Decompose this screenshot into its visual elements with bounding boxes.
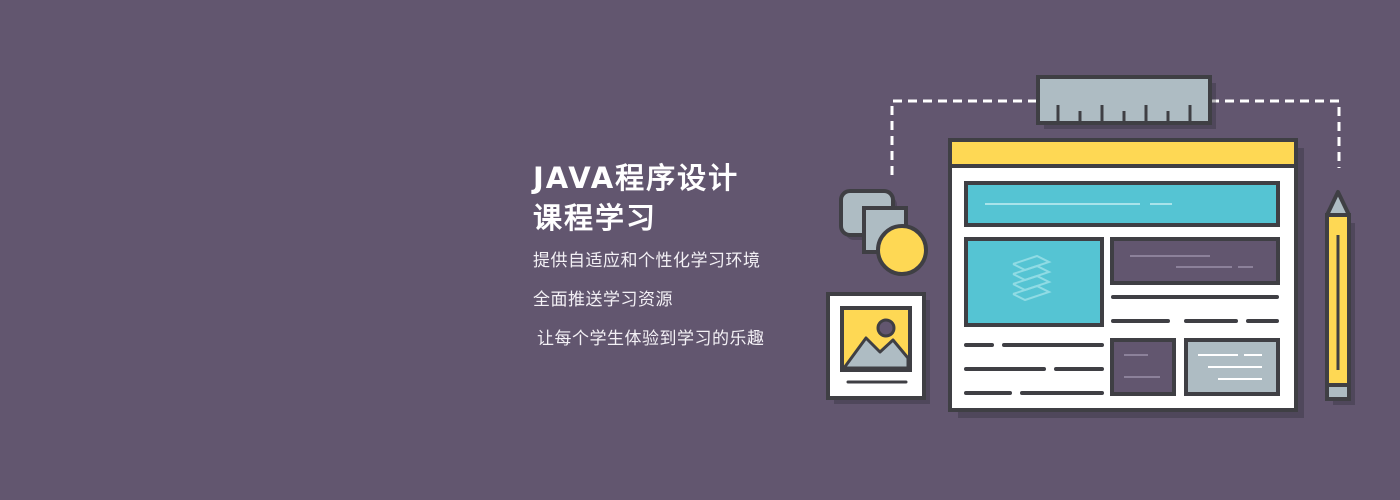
ruler-icon	[1036, 75, 1216, 129]
browser-window-icon	[948, 138, 1304, 418]
hero-banner: JAVA程序设计 课程学习 提供自适应和个性化学习环境 全面推送学习资源 让每个…	[0, 0, 1400, 500]
web-design-illustration	[826, 75, 1355, 418]
shapes-icon	[839, 189, 928, 276]
photo-frame-icon	[826, 292, 930, 404]
pencil-icon	[1325, 190, 1355, 405]
